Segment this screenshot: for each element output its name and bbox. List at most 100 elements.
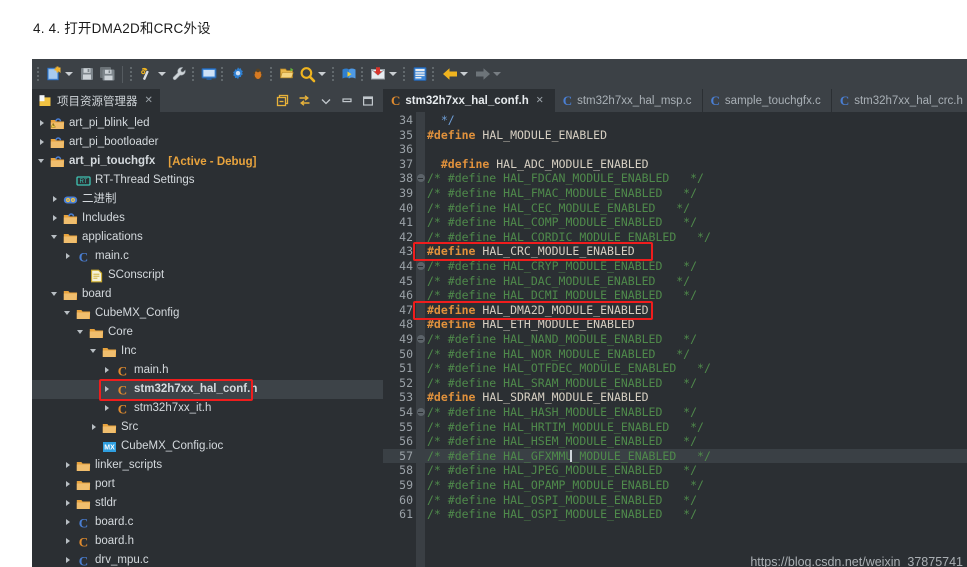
expand-arrow-icon[interactable]	[51, 195, 60, 204]
tree-item[interactable]: port	[32, 475, 383, 494]
tree-item[interactable]: MX CubeMX_Config.ioc	[32, 437, 383, 456]
tree-item[interactable]: Inc	[32, 342, 383, 361]
code-line[interactable]: 43 #define HAL_CRC_MODULE_ENABLED	[383, 244, 967, 259]
expand-arrow-icon[interactable]	[103, 366, 112, 375]
code-line[interactable]: 58 /* #define HAL_JPEG_MODULE_ENABLED */	[383, 463, 967, 478]
code-line[interactable]: 37 #define HAL_ADC_MODULE_ENABLED	[383, 157, 967, 172]
fold-toggle-icon[interactable]	[416, 174, 425, 183]
code-line[interactable]: 45 /* #define HAL_DAC_MODULE_ENABLED */	[383, 274, 967, 289]
maximize-icon[interactable]	[362, 95, 374, 107]
toolbar-group-handle-4[interactable]	[221, 67, 226, 81]
tree-item[interactable]: Src	[32, 418, 383, 437]
forward-dropdown-caret[interactable]	[493, 72, 501, 76]
collapse-all-icon[interactable]	[276, 94, 289, 107]
toolbar-group-handle-9[interactable]	[432, 67, 437, 81]
code-line[interactable]: 49 /* #define HAL_NAND_MODULE_ENABLED */	[383, 332, 967, 347]
tree-item[interactable]: RT RT-Thread Settings	[32, 171, 383, 190]
fold-toggle-icon[interactable]	[416, 262, 425, 270]
settings-gear-icon[interactable]	[229, 65, 247, 83]
code-line[interactable]: 54 /* #define HAL_HASH_MODULE_ENABLED */	[383, 405, 967, 420]
back-dropdown-caret[interactable]	[460, 72, 468, 76]
expand-arrow-icon[interactable]	[90, 423, 99, 432]
code-line[interactable]: 40 /* #define HAL_CEC_MODULE_ENABLED */	[383, 201, 967, 216]
project-tree[interactable]: art_pi_blink_led art_pi_bootloader art_pi_…	[32, 112, 383, 567]
code-line[interactable]: 52 /* #define HAL_SRAM_MODULE_ENABLED */	[383, 376, 967, 391]
code-line[interactable]: 42 /* #define HAL_CORDIC_MODULE_ENABLED *…	[383, 230, 967, 245]
expand-arrow-icon[interactable]	[51, 214, 60, 223]
back-arrow-icon[interactable]	[440, 65, 458, 83]
expand-arrow-icon[interactable]	[64, 537, 73, 546]
save-all-icon[interactable]	[98, 65, 116, 83]
code-line[interactable]: 46 /* #define HAL_DCMI_MODULE_ENABLED */	[383, 288, 967, 303]
expand-arrow-icon[interactable]	[64, 461, 73, 470]
collapse-arrow-icon[interactable]	[51, 233, 60, 242]
code-line[interactable]: 61 /* #define HAL_OSPI_MODULE_ENABLED */	[383, 507, 967, 522]
tree-item[interactable]: SConscript	[32, 266, 383, 285]
tree-item[interactable]: linker_scripts	[32, 456, 383, 475]
tree-item[interactable]: Cdrv_mpu.c	[32, 551, 383, 567]
build-dropdown-caret[interactable]	[158, 72, 166, 76]
tree-item[interactable]: 二进制	[32, 190, 383, 209]
expand-arrow-icon[interactable]	[64, 556, 73, 565]
tree-item[interactable]: applications	[32, 228, 383, 247]
tree-item[interactable]: Cstm32h7xx_it.h	[32, 399, 383, 418]
expand-arrow-icon[interactable]	[103, 404, 112, 413]
expand-arrow-icon[interactable]	[103, 385, 112, 394]
collapse-arrow-icon[interactable]	[51, 290, 60, 299]
fold-toggle-icon[interactable]	[416, 408, 425, 416]
code-line[interactable]: 38 /* #define HAL_FDCAN_MODULE_ENABLED */	[383, 171, 967, 186]
editor-tab[interactable]: Csample_touchgfx.c	[703, 89, 832, 112]
toolbar-drag-handle[interactable]	[37, 67, 42, 81]
tree-item[interactable]: Cboard.c	[32, 513, 383, 532]
toolbar-group-handle-5[interactable]	[270, 67, 275, 81]
editor-tab[interactable]: Cstm32h7xx_hal_crc.h	[832, 89, 967, 112]
expand-arrow-icon[interactable]	[64, 518, 73, 527]
expand-arrow-icon[interactable]	[38, 119, 47, 128]
console-icon[interactable]	[200, 65, 218, 83]
tree-item-selected[interactable]: Cstm32h7xx_hal_conf.h	[32, 380, 383, 399]
tree-item[interactable]: Cboard.h	[32, 532, 383, 551]
editor-tab[interactable]: Cstm32h7xx_hal_msp.c	[555, 89, 703, 112]
editor-tab-bar[interactable]: Cstm32h7xx_hal_conf.h ✕ Cstm32h7xx_hal_msp…	[383, 89, 967, 112]
forward-arrow-icon[interactable]	[473, 65, 491, 83]
tree-item[interactable]: Cmain.c	[32, 247, 383, 266]
toolbar-group-handle-3[interactable]	[192, 67, 197, 81]
view-menu-chevron-icon[interactable]	[320, 95, 332, 107]
editor-tab-close-icon[interactable]: ✕	[536, 95, 544, 106]
expand-arrow-icon[interactable]	[38, 138, 47, 147]
code-line[interactable]: 41 /* #define HAL_COMP_MODULE_ENABLED */	[383, 215, 967, 230]
toolbar-group-handle-6[interactable]	[332, 67, 337, 81]
editor-tab[interactable]: Cstm32h7xx_hal_conf.h ✕	[383, 89, 555, 112]
perspective-icon[interactable]	[411, 65, 429, 83]
tree-item[interactable]: art_pi_bootloader	[32, 133, 383, 152]
expand-arrow-icon[interactable]	[64, 499, 73, 508]
tree-item[interactable]: Includes	[32, 209, 383, 228]
import-dropdown-caret[interactable]	[389, 72, 397, 76]
save-icon[interactable]	[78, 65, 96, 83]
code-line[interactable]: 47 #define HAL_DMA2D_MODULE_ENABLED	[383, 303, 967, 318]
tree-item[interactable]: CubeMX_Config	[32, 304, 383, 323]
collapse-arrow-icon[interactable]	[90, 347, 99, 356]
debug-bug-icon[interactable]	[249, 65, 267, 83]
explorer-close-icon[interactable]: ✕	[145, 95, 153, 106]
fold-toggle-icon[interactable]	[416, 335, 425, 343]
code-line[interactable]: 60 /* #define HAL_OSPI_MODULE_ENABLED */	[383, 493, 967, 508]
tree-item[interactable]: art_pi_touchgfx [Active - Debug]	[32, 152, 383, 171]
import-icon[interactable]	[369, 65, 387, 83]
new-file-icon[interactable]	[45, 65, 63, 83]
explorer-tab[interactable]: 项目资源管理器 ✕	[32, 89, 160, 112]
tree-item[interactable]: Core	[32, 323, 383, 342]
run-external-icon[interactable]	[278, 65, 296, 83]
code-line-current[interactable]: 57 /* #define HAL_GFXMMU_MODULE_ENABLED *…	[383, 448, 967, 464]
search-dropdown-caret[interactable]	[318, 72, 326, 76]
wrench-icon[interactable]	[171, 65, 189, 83]
code-line[interactable]: 56 /* #define HAL_HSEM_MODULE_ENABLED */	[383, 434, 967, 449]
collapse-arrow-icon[interactable]	[64, 309, 73, 318]
code-line[interactable]: 53 #define HAL_SDRAM_MODULE_ENABLED	[383, 390, 967, 405]
tree-item[interactable]: stldr	[32, 494, 383, 513]
code-line[interactable]: 35 #define HAL_MODULE_ENABLED	[383, 128, 967, 143]
book-icon[interactable]	[340, 65, 358, 83]
code-line[interactable]: 48 #define HAL_ETH_MODULE_ENABLED	[383, 317, 967, 332]
toolbar-group-handle-2[interactable]	[130, 67, 135, 81]
code-line[interactable]: 50 /* #define HAL_NOR_MODULE_ENABLED */	[383, 347, 967, 362]
